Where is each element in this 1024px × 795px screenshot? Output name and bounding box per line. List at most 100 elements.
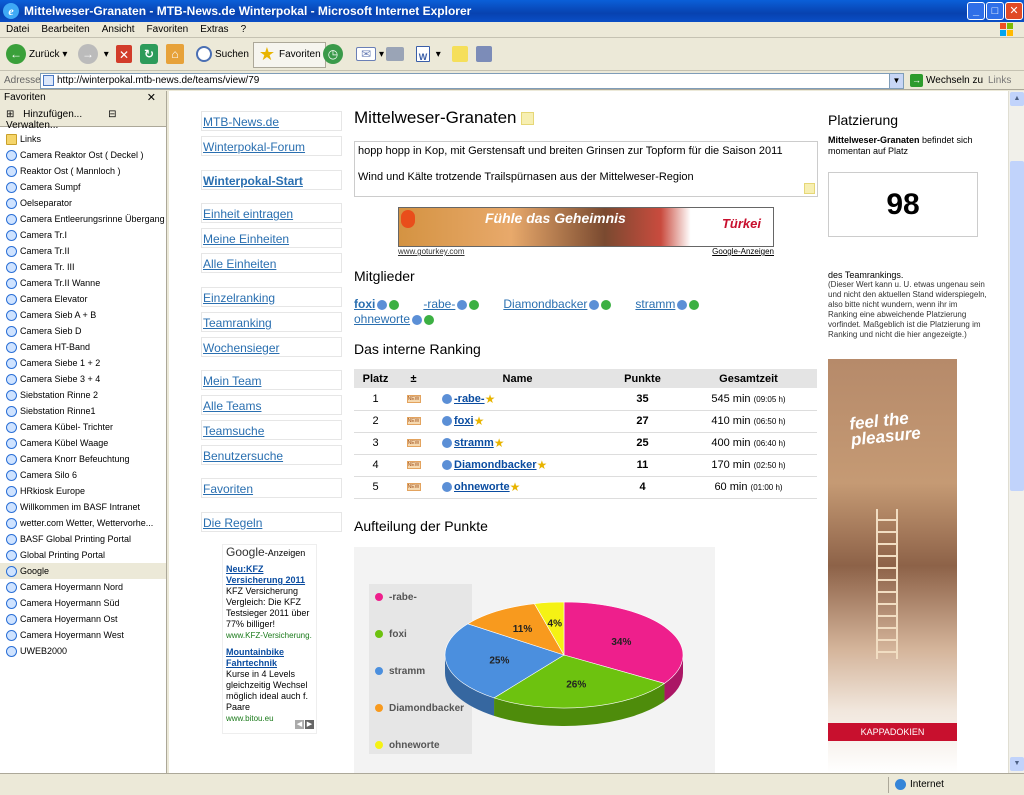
favorite-item[interactable]: Camera Sumpf (0, 179, 166, 195)
links-label[interactable]: Links (988, 75, 1011, 86)
nav-team-ranking[interactable]: Teamranking (201, 312, 342, 332)
member-name-link[interactable]: foxi (454, 415, 474, 427)
menu-bearbeiten[interactable]: Bearbeiten (35, 22, 95, 35)
banner-google-ads[interactable]: Google-Anzeigen (712, 247, 774, 256)
refresh-button[interactable]: ↻ (140, 43, 161, 67)
search-button[interactable]: Suchen (196, 43, 249, 67)
edit-note-icon[interactable] (804, 183, 815, 194)
scroll-up-icon[interactable]: ▲ (1010, 92, 1024, 106)
member-name-link[interactable]: Diamondbacker (454, 459, 537, 471)
favorite-item[interactable]: Camera Silo 6 (0, 467, 166, 483)
favorite-item[interactable]: UWEB2000 (0, 643, 166, 659)
favorite-item[interactable]: Camera Tr.II (0, 243, 166, 259)
favorites-close-icon[interactable]: ✕ (147, 91, 156, 104)
member-link[interactable]: stramm (635, 297, 700, 312)
history-button[interactable]: ◷ (323, 43, 346, 67)
address-input[interactable]: http://winterpokal.mtb-news.de/teams/vie… (40, 73, 904, 89)
scroll-thumb[interactable] (1010, 161, 1024, 491)
close-button[interactable]: ✕ (1005, 2, 1023, 20)
nav-mtb-news[interactable]: MTB-News.de (201, 111, 342, 131)
messenger-button[interactable] (476, 43, 495, 67)
favorite-item[interactable]: Camera Sieb D (0, 323, 166, 339)
favorite-item[interactable]: Reaktor Ost ( Mannloch ) (0, 163, 166, 179)
cappadocia-ad[interactable]: feel the pleasure KAPPADOKIEN (828, 359, 957, 773)
menu-datei[interactable]: Datei (0, 22, 35, 35)
forward-button[interactable]: → ▾ (78, 43, 109, 67)
favorite-item[interactable]: Camera Kübel Waage (0, 435, 166, 451)
favorite-item[interactable]: BASF Global Printing Portal (0, 531, 166, 547)
scroll-down-icon[interactable]: ▼ (1010, 757, 1024, 771)
member-name-link[interactable]: stramm (454, 437, 494, 449)
favorite-item[interactable]: Camera Hoyermann Nord (0, 579, 166, 595)
member-link[interactable]: foxi (354, 297, 400, 312)
favorite-item[interactable]: Camera Tr.II Wanne (0, 275, 166, 291)
back-button[interactable]: ← Zurück ▾ (6, 43, 67, 67)
nav-all-teams[interactable]: Alle Teams (201, 395, 342, 415)
nav-forum[interactable]: Winterpokal-Forum (201, 136, 342, 156)
member-name-link[interactable]: -rabe- (454, 393, 485, 405)
nav-rules[interactable]: Die Regeln (201, 512, 342, 532)
minimize-button[interactable]: _ (967, 2, 985, 20)
favorite-item[interactable]: Google (0, 563, 166, 579)
address-dropdown-icon[interactable]: ▼ (889, 74, 903, 88)
favorite-item[interactable]: Willkommen im BASF Intranet (0, 499, 166, 515)
favorite-item[interactable]: wetter.com Wetter, Wettervorhe... (0, 515, 166, 531)
favorite-item[interactable]: Siebstation Rinne1 (0, 403, 166, 419)
ad1-url[interactable]: www.KFZ-Versicherung. (226, 630, 313, 641)
nav-weekly-winners[interactable]: Wochensieger (201, 337, 342, 357)
favorite-item[interactable]: Camera Hoyermann Süd (0, 595, 166, 611)
mail-button[interactable]: ✉ ▾ (356, 43, 384, 67)
favorite-item[interactable]: Oelseparator (0, 195, 166, 211)
home-button[interactable]: ⌂ (166, 43, 187, 67)
favorite-item[interactable]: Camera Hoyermann West (0, 627, 166, 643)
nav-favorites[interactable]: Favoriten (201, 478, 342, 498)
nav-start[interactable]: Winterpokal-Start (201, 170, 342, 190)
favorite-item[interactable]: Camera HT-Band (0, 339, 166, 355)
go-button[interactable]: → Wechseln zu (910, 74, 983, 87)
favorite-item[interactable]: Camera Elevator (0, 291, 166, 307)
ad1-title[interactable]: Neu:KFZ Versicherung 2011 (226, 564, 313, 586)
menu-favoriten[interactable]: Favoriten (141, 22, 195, 35)
favorite-item[interactable]: Camera Sieb A + B (0, 307, 166, 323)
notes-button[interactable] (452, 43, 471, 67)
nav-user-search[interactable]: Benutzersuche (201, 445, 342, 465)
favorite-item[interactable]: Links (0, 131, 166, 147)
favorite-item[interactable]: Camera Tr. III (0, 259, 166, 275)
stop-button[interactable]: ✕ (116, 43, 135, 67)
nav-team-search[interactable]: Teamsuche (201, 420, 342, 440)
menu-help[interactable]: ? (235, 22, 253, 35)
member-link[interactable]: -rabe- (423, 297, 480, 312)
maximize-button[interactable]: □ (986, 2, 1004, 20)
add-favorite-button[interactable]: ⊞ Hinzufügen... (6, 109, 92, 120)
menu-extras[interactable]: Extras (194, 22, 234, 35)
favorite-item[interactable]: Siebstation Rinne 2 (0, 387, 166, 403)
member-link[interactable]: Diamondbacker (503, 297, 612, 312)
member-link[interactable]: ohneworte (354, 312, 435, 327)
nav-all-units[interactable]: Alle Einheiten (201, 253, 342, 273)
turkey-ad-banner[interactable]: Fühle das Geheimnis Türkei (398, 207, 774, 247)
favorite-item[interactable]: HRkiosk Europe (0, 483, 166, 499)
favorite-item[interactable]: Camera Reaktor Ost ( Deckel ) (0, 147, 166, 163)
favorite-item[interactable]: Camera Tr.I (0, 227, 166, 243)
ad-prev-icon[interactable]: ◀ (295, 720, 304, 729)
nav-my-team[interactable]: Mein Team (201, 370, 342, 390)
print-button[interactable] (386, 43, 407, 67)
favorite-item[interactable]: Camera Entleerungsrinne Übergang (0, 211, 166, 227)
banner-url[interactable]: www.goturkey.com (398, 247, 465, 256)
member-name-link[interactable]: ohneworte (454, 481, 510, 493)
favorite-item[interactable]: Camera Knorr Befeuchtung (0, 451, 166, 467)
favorite-item[interactable]: Camera Siebe 3 + 4 (0, 371, 166, 387)
favorites-button[interactable]: ★ Favoriten (253, 42, 326, 68)
ad-next-icon[interactable]: ▶ (305, 720, 314, 729)
ad2-title[interactable]: Mountainbike Fahrtechnik (226, 647, 313, 669)
nav-my-units[interactable]: Meine Einheiten (201, 228, 342, 248)
nav-single-ranking[interactable]: Einzelranking (201, 287, 342, 307)
favorite-item[interactable]: Global Printing Portal (0, 547, 166, 563)
favorite-item[interactable]: Camera Hoyermann Ost (0, 611, 166, 627)
edit-button[interactable]: W ▾ (416, 43, 441, 67)
nav-add-unit[interactable]: Einheit eintragen (201, 203, 342, 223)
favorite-item[interactable]: Camera Kübel- Trichter (0, 419, 166, 435)
favorite-item[interactable]: Camera Siebe 1 + 2 (0, 355, 166, 371)
vertical-scrollbar[interactable]: ▲ ▼ (1008, 91, 1024, 773)
menu-ansicht[interactable]: Ansicht (96, 22, 141, 35)
